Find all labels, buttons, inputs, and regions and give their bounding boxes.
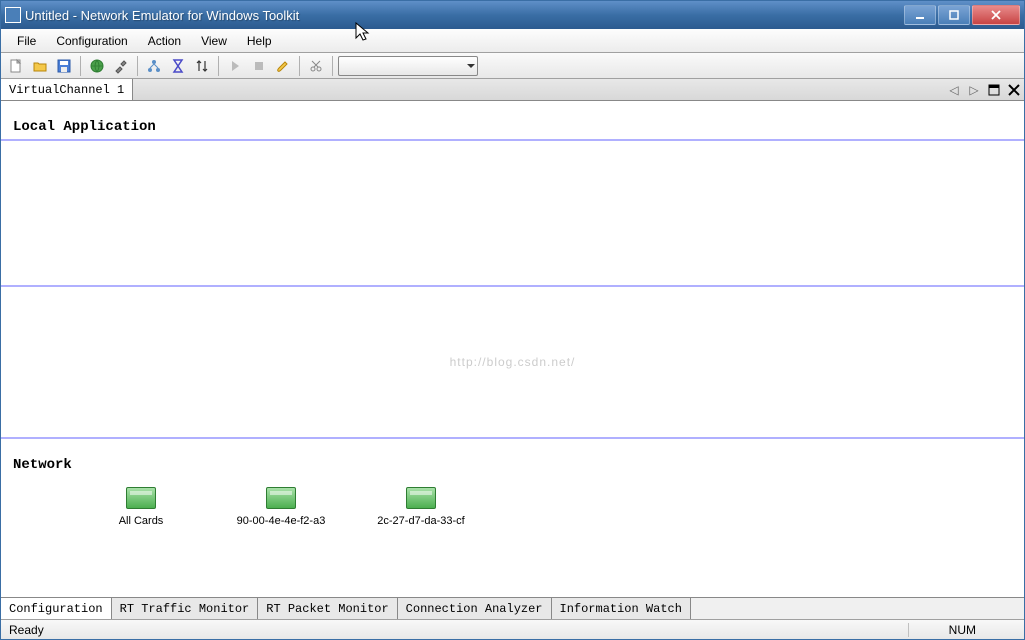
window-title: Untitled - Network Emulator for Windows … (25, 8, 902, 23)
chevron-down-icon (467, 64, 475, 68)
minimize-button[interactable] (904, 5, 936, 25)
play-icon[interactable] (224, 55, 246, 77)
nic-all-cards[interactable]: All Cards (91, 487, 191, 527)
app-icon (5, 7, 21, 23)
btab-rt-packet-monitor[interactable]: RT Packet Monitor (258, 598, 397, 619)
content-area: Local Application http://blog.csdn.net/ … (1, 101, 1024, 597)
titlebar: Untitled - Network Emulator for Windows … (1, 1, 1024, 29)
statusbar: Ready NUM (1, 619, 1024, 639)
mid-section: http://blog.csdn.net/ (1, 287, 1024, 437)
toolbar-combobox[interactable] (338, 56, 478, 76)
globe-icon[interactable] (86, 55, 108, 77)
scissors-icon[interactable] (305, 55, 327, 77)
menu-file[interactable]: File (7, 31, 46, 51)
new-icon[interactable] (5, 55, 27, 77)
maximize-button[interactable] (938, 5, 970, 25)
menubar: File Configuration Action View Help (1, 29, 1024, 53)
menu-configuration[interactable]: Configuration (46, 31, 137, 51)
tab-new-icon[interactable] (984, 79, 1004, 100)
menu-help[interactable]: Help (237, 31, 282, 51)
nic-label: 90-00-4e-4e-f2-a3 (237, 515, 326, 527)
close-button[interactable] (972, 5, 1020, 25)
window-controls (902, 5, 1020, 25)
menu-action[interactable]: Action (138, 31, 191, 51)
hourglass-icon[interactable] (167, 55, 189, 77)
save-icon[interactable] (53, 55, 75, 77)
network-body: All Cards 90-00-4e-4e-f2-a3 2c-27-d7-da-… (1, 477, 1024, 537)
nic-card-icon (126, 487, 156, 509)
section-local-application-title: Local Application (1, 101, 1024, 139)
btab-configuration[interactable]: Configuration (1, 598, 112, 619)
open-icon[interactable] (29, 55, 51, 77)
tab-virtualchannel[interactable]: VirtualChannel 1 (1, 79, 133, 100)
status-text: Ready (9, 623, 44, 637)
section-network-title: Network (1, 439, 1024, 477)
stop-icon[interactable] (248, 55, 270, 77)
network-icon[interactable] (143, 55, 165, 77)
bottom-tabs: Configuration RT Traffic Monitor RT Pack… (1, 597, 1024, 619)
toolbar-separator (218, 56, 219, 76)
menu-view[interactable]: View (191, 31, 237, 51)
tab-close-icon[interactable] (1004, 79, 1024, 100)
toolbar-separator (332, 56, 333, 76)
sort-icon[interactable] (191, 55, 213, 77)
toolbar-separator (299, 56, 300, 76)
btab-connection-analyzer[interactable]: Connection Analyzer (398, 598, 552, 619)
toolbar-separator (80, 56, 81, 76)
tools-icon[interactable] (110, 55, 132, 77)
tab-next-icon[interactable]: ▷ (964, 79, 984, 100)
nic-card-icon (406, 487, 436, 509)
btab-information-watch[interactable]: Information Watch (552, 598, 691, 619)
tabbar: VirtualChannel 1 ◁ ▷ (1, 79, 1024, 101)
btab-rt-traffic-monitor[interactable]: RT Traffic Monitor (112, 598, 259, 619)
local-application-body (1, 141, 1024, 285)
watermark-text: http://blog.csdn.net/ (450, 355, 576, 369)
nic-item[interactable]: 90-00-4e-4e-f2-a3 (231, 487, 331, 527)
nic-item[interactable]: 2c-27-d7-da-33-cf (371, 487, 471, 527)
status-numlock: NUM (908, 623, 1016, 637)
tab-prev-icon[interactable]: ◁ (944, 79, 964, 100)
nic-card-icon (266, 487, 296, 509)
toolbar (1, 53, 1024, 79)
toolbar-separator (137, 56, 138, 76)
nic-label: 2c-27-d7-da-33-cf (377, 515, 464, 527)
clear-icon[interactable] (272, 55, 294, 77)
nic-label: All Cards (119, 515, 164, 527)
